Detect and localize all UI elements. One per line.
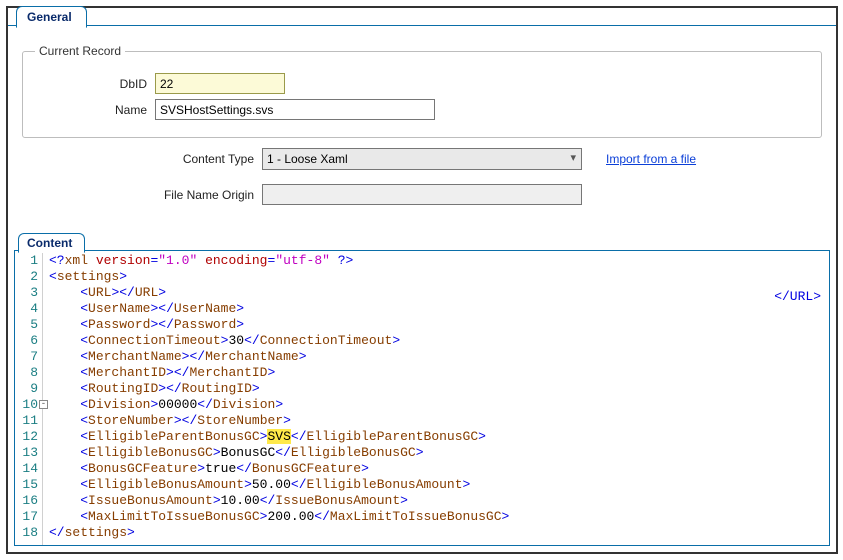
- dbid-input[interactable]: [155, 73, 285, 94]
- code-editor[interactable]: 12345678910-1112131415161718 <?xml versi…: [14, 250, 830, 546]
- tab-content[interactable]: Content: [18, 233, 85, 253]
- tab-general[interactable]: General: [16, 6, 87, 28]
- current-record-legend: Current Record: [35, 44, 125, 58]
- import-link[interactable]: Import from a file: [606, 152, 696, 166]
- content-type-label: Content Type: [22, 152, 262, 166]
- name-input[interactable]: [155, 99, 435, 120]
- current-record-group: Current Record DbID Name: [22, 44, 822, 138]
- file-name-origin-input[interactable]: [262, 184, 582, 205]
- name-label: Name: [35, 103, 155, 117]
- code-area[interactable]: <?xml version="1.0" encoding="utf-8" ?> …: [43, 251, 829, 545]
- file-name-origin-label: File Name Origin: [22, 188, 262, 202]
- content-type-select[interactable]: 1 - Loose Xaml: [262, 148, 582, 170]
- dbid-label: DbID: [35, 77, 155, 91]
- line-gutter: 12345678910-1112131415161718: [15, 251, 43, 545]
- stray-url-tag: </URL>: [774, 289, 821, 304]
- general-panel: Current Record DbID Name Content Type 1 …: [8, 26, 836, 552]
- fold-toggle-icon[interactable]: -: [39, 400, 48, 409]
